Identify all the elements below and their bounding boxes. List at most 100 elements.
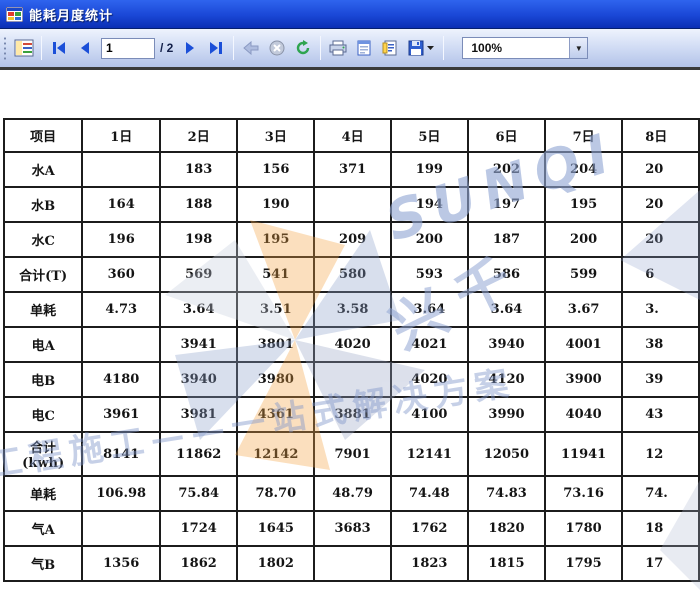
cell: 3940 bbox=[468, 327, 545, 362]
column-header: 1日 bbox=[82, 119, 160, 152]
cell: 17 bbox=[622, 546, 699, 581]
table-row: 合计(T)3605695415805935865996 bbox=[4, 257, 699, 292]
header-row: 项目1日2日3日4日5日6日7日8日 bbox=[4, 119, 699, 152]
row-label: 单耗 bbox=[4, 476, 82, 511]
cell: 4100 bbox=[391, 397, 468, 432]
column-header: 5日 bbox=[391, 119, 468, 152]
cell: 7901 bbox=[314, 432, 390, 476]
cell: 3.64 bbox=[468, 292, 545, 327]
back-to-parent-icon[interactable] bbox=[238, 35, 264, 61]
cell: 156 bbox=[237, 152, 314, 187]
row-label: 气B bbox=[4, 546, 82, 581]
cell: 3. bbox=[622, 292, 699, 327]
previous-page-button[interactable] bbox=[72, 35, 98, 61]
cell: 569 bbox=[160, 257, 237, 292]
table-row: 电A39413801402040213940400138 bbox=[4, 327, 699, 362]
cell: 74.48 bbox=[391, 476, 468, 511]
column-header: 7日 bbox=[545, 119, 622, 152]
cell: 18 bbox=[622, 511, 699, 546]
cell: 198 bbox=[160, 222, 237, 257]
column-header: 3日 bbox=[237, 119, 314, 152]
print-icon[interactable] bbox=[325, 35, 351, 61]
page-setup-icon[interactable] bbox=[377, 35, 403, 61]
cell: 12 bbox=[622, 432, 699, 476]
cell: 3.67 bbox=[545, 292, 622, 327]
cell bbox=[314, 187, 390, 222]
cell: 195 bbox=[237, 222, 314, 257]
report-toolbar: / 2 bbox=[0, 29, 700, 70]
page-number-input[interactable] bbox=[101, 38, 155, 59]
cell: 12141 bbox=[391, 432, 468, 476]
cell bbox=[314, 362, 390, 397]
row-label: 水A bbox=[4, 152, 82, 187]
cell: 3.64 bbox=[160, 292, 237, 327]
cell: 4020 bbox=[391, 362, 468, 397]
cell: 11941 bbox=[545, 432, 622, 476]
cell: 1802 bbox=[237, 546, 314, 581]
cell bbox=[82, 327, 160, 362]
cell: 73.16 bbox=[545, 476, 622, 511]
cell: 580 bbox=[314, 257, 390, 292]
table-row: 水A18315637119920220420 bbox=[4, 152, 699, 187]
cell: 200 bbox=[545, 222, 622, 257]
row-label: 单耗 bbox=[4, 292, 82, 327]
cell: 3.58 bbox=[314, 292, 390, 327]
cell: 75.84 bbox=[160, 476, 237, 511]
row-label: 水C bbox=[4, 222, 82, 257]
cell: 586 bbox=[468, 257, 545, 292]
title-bar: 能耗月度统计 bbox=[0, 0, 700, 29]
table-row: 合计 (kwh)81411186212142790112141120501194… bbox=[4, 432, 699, 476]
print-layout-icon[interactable] bbox=[351, 35, 377, 61]
cell: 3990 bbox=[468, 397, 545, 432]
cell: 195 bbox=[545, 187, 622, 222]
cell: 1645 bbox=[237, 511, 314, 546]
column-header: 8日 bbox=[622, 119, 699, 152]
table-row: 电C396139814361388141003990404043 bbox=[4, 397, 699, 432]
document-map-toggle-icon[interactable] bbox=[11, 35, 37, 61]
dropdown-caret-icon bbox=[426, 45, 435, 51]
cell: 199 bbox=[391, 152, 468, 187]
refresh-icon[interactable] bbox=[290, 35, 316, 61]
cell: 6 bbox=[622, 257, 699, 292]
cell: 3940 bbox=[160, 362, 237, 397]
cell: 38 bbox=[622, 327, 699, 362]
zoom-value: 100% bbox=[463, 41, 569, 55]
table-row: 单耗4.733.643.513.583.643.643.673. bbox=[4, 292, 699, 327]
cell: 12142 bbox=[237, 432, 314, 476]
app-icon bbox=[6, 7, 23, 22]
cell: 1823 bbox=[391, 546, 468, 581]
cell: 593 bbox=[391, 257, 468, 292]
cell bbox=[82, 511, 160, 546]
row-label: 合计 (kwh) bbox=[4, 432, 82, 476]
first-page-button[interactable] bbox=[46, 35, 72, 61]
cell: 197 bbox=[468, 187, 545, 222]
cell bbox=[314, 546, 390, 581]
table-row: 水B16418819019419719520 bbox=[4, 187, 699, 222]
cell: 190 bbox=[237, 187, 314, 222]
zoom-combobox[interactable]: 100% ▼ bbox=[462, 37, 588, 59]
cell: 4361 bbox=[237, 397, 314, 432]
export-save-button[interactable] bbox=[403, 35, 439, 61]
toolbar-grip[interactable] bbox=[3, 36, 8, 60]
cell: 43 bbox=[622, 397, 699, 432]
cell: 3941 bbox=[160, 327, 237, 362]
stop-rendering-icon[interactable] bbox=[264, 35, 290, 61]
last-page-button[interactable] bbox=[203, 35, 229, 61]
cell: 1724 bbox=[160, 511, 237, 546]
next-page-button[interactable] bbox=[177, 35, 203, 61]
window-title: 能耗月度统计 bbox=[29, 5, 113, 24]
cell: 183 bbox=[160, 152, 237, 187]
cell: 196 bbox=[82, 222, 160, 257]
cell: 1815 bbox=[468, 546, 545, 581]
zoom-dropdown-icon[interactable]: ▼ bbox=[569, 38, 587, 58]
cell: 3.64 bbox=[391, 292, 468, 327]
row-label: 电C bbox=[4, 397, 82, 432]
separator bbox=[41, 36, 42, 60]
cell: 202 bbox=[468, 152, 545, 187]
table-row: 水C19619819520920018720020 bbox=[4, 222, 699, 257]
separator bbox=[443, 36, 444, 60]
cell: 4.73 bbox=[82, 292, 160, 327]
table-body: 水A18315637119920220420水B1641881901941971… bbox=[4, 152, 699, 581]
cell: 4001 bbox=[545, 327, 622, 362]
cell: 3881 bbox=[314, 397, 390, 432]
